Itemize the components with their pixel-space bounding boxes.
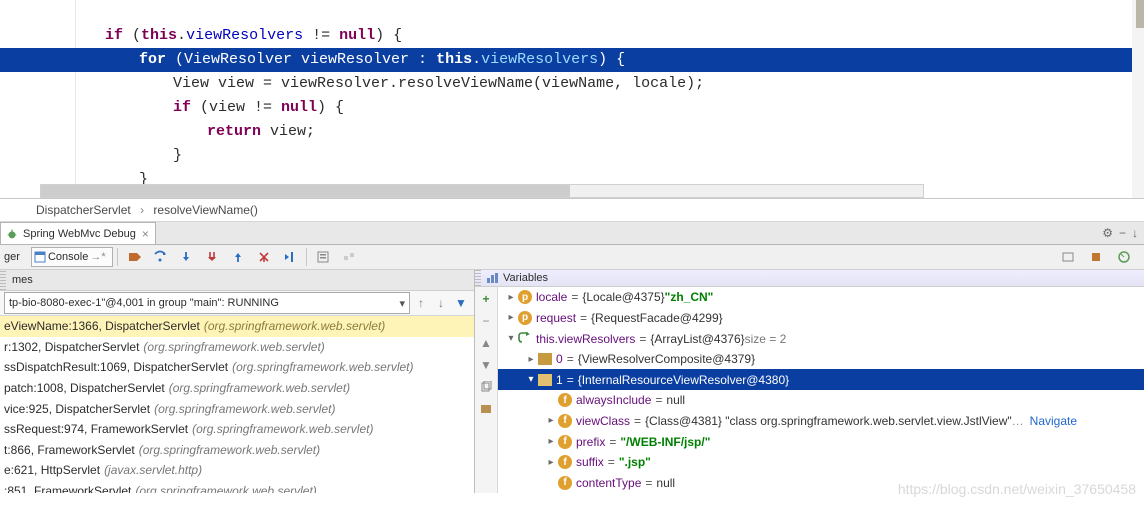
close-icon[interactable]: × xyxy=(140,227,149,241)
step-over-button[interactable] xyxy=(148,245,172,269)
stack-frame[interactable]: :851, FrameworkServlet(org.springframewo… xyxy=(0,481,474,493)
variable-row[interactable]: falwaysInclude = null xyxy=(498,390,1144,411)
prev-frame-button[interactable]: ↑ xyxy=(412,294,430,312)
ruler-mark xyxy=(1136,0,1144,28)
variables-tree[interactable]: ▸plocale = {Locale@4375} "zh_CN"▸preques… xyxy=(498,287,1144,493)
frames-toolbar: tp-bio-8080-exec-1"@4,001 in group "main… xyxy=(0,291,474,316)
debug-tab-label: Spring WebMvc Debug xyxy=(23,228,136,240)
field-kind-icon: f xyxy=(558,476,572,490)
overview-ruler[interactable] xyxy=(1132,0,1144,198)
copy-button[interactable] xyxy=(478,379,494,395)
stack-frame[interactable]: t:866, FrameworkServlet(org.springframew… xyxy=(0,440,474,461)
variable-row[interactable]: ▸fprefix = "/WEB-INF/jsp/" xyxy=(498,431,1144,452)
pin-button[interactable] xyxy=(1084,245,1108,269)
debug-panels: mes tp-bio-8080-exec-1"@4,001 in group "… xyxy=(0,270,1144,493)
up-button[interactable]: ▲ xyxy=(478,335,494,351)
filter-frames-button[interactable]: ▼ xyxy=(452,294,470,312)
stack-frame[interactable]: vice:925, DispatcherServlet(org.springfr… xyxy=(0,398,474,419)
breadcrumb-class[interactable]: DispatcherServlet xyxy=(36,203,131,217)
variable-row[interactable]: ▾this.viewResolvers = {ArrayList@4376} s… xyxy=(498,328,1144,349)
field-kind-icon: f xyxy=(558,414,572,428)
frames-panel: mes tp-bio-8080-exec-1"@4,001 in group "… xyxy=(0,270,475,493)
expand-icon[interactable]: ▸ xyxy=(504,312,518,323)
console-icon xyxy=(34,251,46,263)
stack-frame[interactable]: ssRequest:974, FrameworkServlet(org.spri… xyxy=(0,419,474,440)
run-to-cursor-button[interactable] xyxy=(278,245,302,269)
thread-selector[interactable]: tp-bio-8080-exec-1"@4,001 in group "main… xyxy=(4,292,410,314)
variable-row[interactable]: ▸plocale = {Locale@4375} "zh_CN" xyxy=(498,287,1144,308)
remove-watch-button[interactable]: − xyxy=(478,313,494,329)
field-kind-icon: f xyxy=(558,455,572,469)
field-kind-icon: f xyxy=(558,435,572,449)
field-kind-icon: p xyxy=(518,311,532,325)
expand-icon[interactable]: ▸ xyxy=(544,415,558,426)
force-step-into-button[interactable] xyxy=(200,245,224,269)
stack-frame[interactable]: e:621, HttpServlet(javax.servlet.http) xyxy=(0,460,474,481)
expand-icon[interactable]: ▾ xyxy=(504,333,518,344)
variable-row[interactable]: ▸0 = {ViewResolverComposite@4379} xyxy=(498,349,1144,370)
array-element-icon xyxy=(538,353,552,365)
expand-icon[interactable]: ▸ xyxy=(544,436,558,447)
fold-column xyxy=(30,0,76,198)
code-content[interactable]: if (this.viewResolvers != null) {for (Vi… xyxy=(75,0,1134,192)
horizontal-scrollbar[interactable] xyxy=(40,184,924,198)
breadcrumb-separator: › xyxy=(134,203,150,217)
variables-icon xyxy=(485,271,499,285)
expand-icon[interactable]: ▸ xyxy=(524,354,538,365)
expand-icon[interactable]: ▸ xyxy=(544,457,558,468)
frames-panel-header[interactable]: mes xyxy=(0,270,474,291)
variable-row[interactable]: ▸prequest = {RequestFacade@4299} xyxy=(498,308,1144,329)
gear-icon[interactable]: ⚙ xyxy=(1102,226,1113,240)
expand-icon[interactable]: ▾ xyxy=(524,374,538,385)
code-editor[interactable]: ✓ if (this.viewResolvers != null) {for (… xyxy=(0,0,1144,199)
settings-button[interactable] xyxy=(1056,245,1080,269)
breadcrumb[interactable]: DispatcherServlet › resolveViewName() xyxy=(0,199,1144,222)
console-tab[interactable]: Console →* xyxy=(31,247,113,267)
debug-config-tab[interactable]: Spring WebMvc Debug × xyxy=(0,222,156,244)
add-watch-button[interactable]: + xyxy=(478,291,494,307)
view-selector[interactable]: ger xyxy=(4,248,29,266)
variables-panel-header[interactable]: Variables xyxy=(475,270,1144,287)
bug-icon xyxy=(5,227,19,241)
show-execution-point-button[interactable] xyxy=(122,245,146,269)
breadcrumb-method[interactable]: resolveViewName() xyxy=(153,203,257,217)
variable-row[interactable]: ▾1 = {InternalResourceViewResolver@4380} xyxy=(498,369,1144,390)
variable-row[interactable]: ▸fviewClass = {Class@4381} "class org.sp… xyxy=(498,411,1144,432)
field-kind-icon: p xyxy=(518,290,532,304)
stack-frame[interactable]: ssDispatchResult:1069, DispatcherServlet… xyxy=(0,357,474,378)
stack-frame[interactable]: r:1302, DispatcherServlet(org.springfram… xyxy=(0,337,474,358)
variable-row[interactable]: fcontentType = null xyxy=(498,472,1144,493)
minus-icon[interactable]: − xyxy=(1119,226,1126,240)
variables-side-toolbar: + − ▲ ▼ xyxy=(475,287,498,493)
return-icon xyxy=(518,332,532,346)
debug-tabbar-tools: ⚙ − ↓ xyxy=(1102,222,1144,244)
restore-icon[interactable]: ↓ xyxy=(1132,226,1138,240)
editor-gutter: ✓ xyxy=(0,0,31,198)
frames-header-label: mes xyxy=(4,274,33,286)
array-element-icon xyxy=(538,374,552,386)
variable-row[interactable]: ▸fsuffix = ".jsp" xyxy=(498,452,1144,473)
debug-tab-bar: Spring WebMvc Debug × ⚙ − ↓ xyxy=(0,222,1144,245)
next-frame-button[interactable]: ↓ xyxy=(432,294,450,312)
step-into-button[interactable] xyxy=(174,245,198,269)
debug-toolbar: ger Console →* xyxy=(0,245,1144,270)
expand-icon[interactable]: ▸ xyxy=(504,292,518,303)
down-button[interactable]: ▼ xyxy=(478,357,494,373)
stack-frame[interactable]: patch:1008, DispatcherServlet(org.spring… xyxy=(0,378,474,399)
variables-header-label: Variables xyxy=(499,272,548,284)
restore-layout-button[interactable] xyxy=(1112,245,1136,269)
evaluate-expression-button[interactable] xyxy=(311,245,335,269)
step-out-button[interactable] xyxy=(226,245,250,269)
drop-frame-button[interactable] xyxy=(252,245,276,269)
field-kind-icon: f xyxy=(558,393,572,407)
stack-frame[interactable]: eViewName:1366, DispatcherServlet(org.sp… xyxy=(0,316,474,337)
show-button[interactable] xyxy=(478,401,494,417)
variables-panel: Variables + − ▲ ▼ ▸plocale = {Locale@437… xyxy=(475,270,1144,493)
frames-list[interactable]: eViewName:1366, DispatcherServlet(org.sp… xyxy=(0,316,474,493)
trace-button[interactable] xyxy=(337,245,361,269)
scrollbar-thumb[interactable] xyxy=(41,185,570,197)
navigate-link[interactable]: Navigate xyxy=(1030,414,1077,428)
